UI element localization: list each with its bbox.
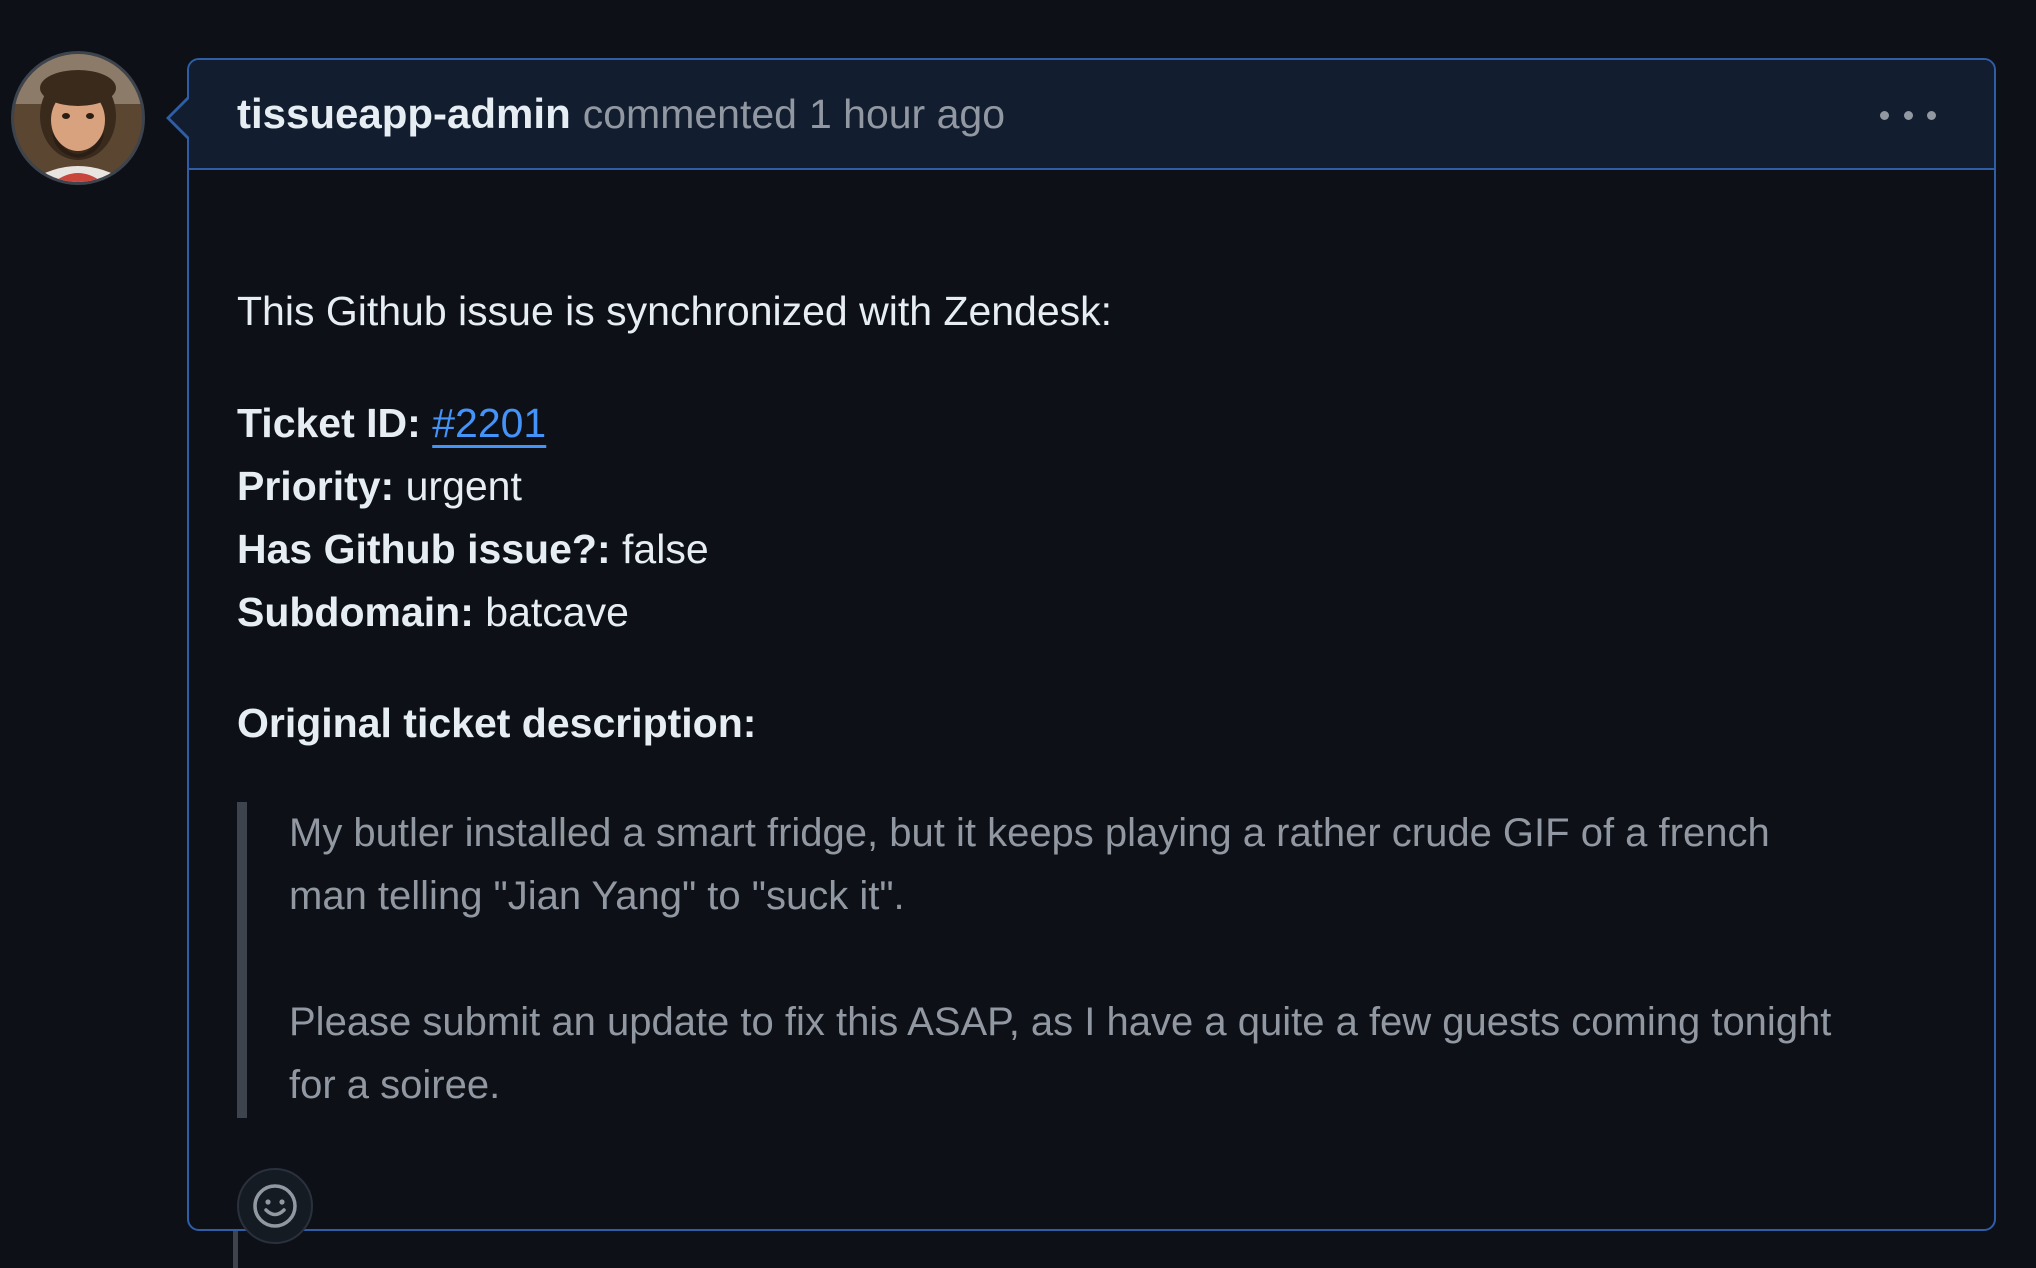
description-heading: Original ticket description: — [237, 700, 757, 746]
field-label: Subdomain: — [237, 589, 474, 635]
field-label: Ticket ID: — [237, 400, 421, 446]
ticket-fields: Ticket ID: #2201 Priority: urgent Has Gi… — [237, 392, 709, 644]
quote-paragraph: Please submit an update to fix this ASAP… — [289, 1000, 1832, 1107]
ticket-id-link[interactable]: #2201 — [432, 400, 546, 446]
field-value: batcave — [485, 589, 629, 635]
kebab-horizontal-icon — [1880, 110, 1889, 120]
avatar-image — [14, 54, 142, 182]
field-value: urgent — [405, 463, 522, 509]
field-priority: Priority: urgent — [237, 455, 709, 518]
field-subdomain: Subdomain: batcave — [237, 581, 709, 644]
comment-pointer-fill — [170, 98, 190, 138]
quote-paragraph: My butler installed a smart fridge, but … — [289, 811, 1770, 918]
author-link[interactable]: tissueapp-admin — [237, 90, 571, 138]
comment-action: commented — [582, 90, 797, 137]
field-label: Has Github issue?: — [237, 526, 611, 572]
field-ticket-id: Ticket ID: #2201 — [237, 392, 709, 455]
ticket-description-quote: My butler installed a smart fridge, but … — [237, 802, 1857, 1118]
field-value: false — [622, 526, 709, 572]
timeline-connector — [233, 1231, 238, 1268]
kebab-dot — [1903, 110, 1913, 120]
smiley-icon — [253, 1184, 297, 1228]
comment-header: tissueapp-admin commented 1 hour ago — [189, 60, 1994, 170]
comment-timestamp[interactable]: 1 hour ago — [809, 91, 1005, 138]
field-label: Priority: — [237, 463, 395, 509]
kebab-dot — [1927, 110, 1936, 120]
more-options-button[interactable] — [1880, 100, 1936, 130]
avatar[interactable] — [14, 54, 142, 182]
sync-intro-text: This Github issue is synchronized with Z… — [237, 288, 1113, 334]
comment-box: tissueapp-admin commented 1 hour ago Thi… — [187, 58, 1996, 1244]
add-reaction-button[interactable] — [237, 1168, 313, 1244]
field-has-github-issue: Has Github issue?: false — [237, 518, 709, 581]
